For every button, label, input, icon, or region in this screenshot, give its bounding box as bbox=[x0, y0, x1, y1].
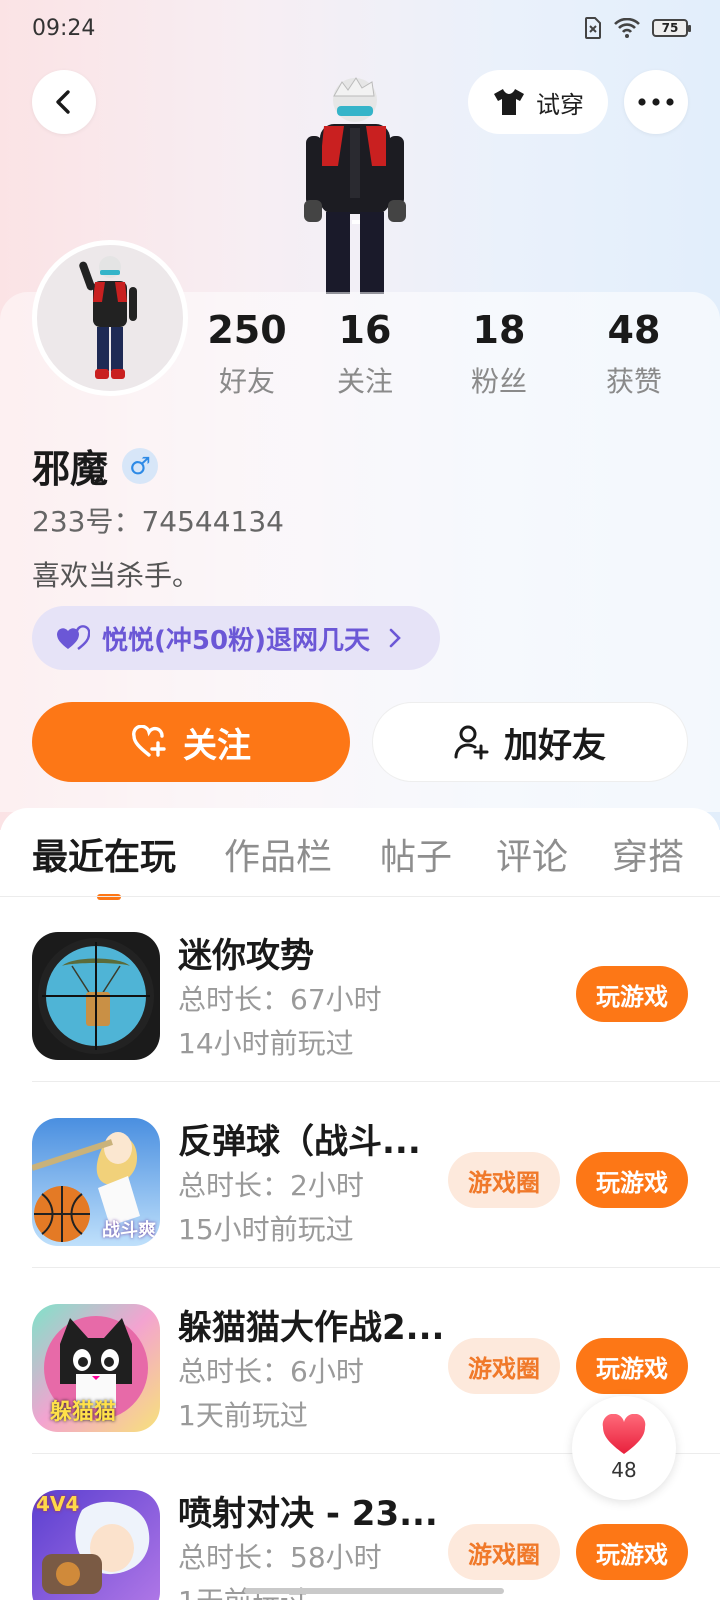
game-last-played: 1天前玩过 bbox=[178, 1399, 308, 1432]
tab-outfits[interactable]: 穿搭 bbox=[612, 828, 684, 880]
game-name: 迷你攻势 bbox=[178, 936, 314, 976]
home-indicator[interactable] bbox=[244, 1588, 504, 1594]
tab-recent-played[interactable]: 最近在玩 bbox=[32, 828, 176, 880]
like-float-button[interactable]: 48 bbox=[572, 1396, 676, 1500]
stat-following-value: 16 bbox=[338, 308, 392, 352]
follow-button[interactable]: 关注 bbox=[32, 702, 350, 782]
more-icon bbox=[638, 98, 674, 106]
chevron-right-icon bbox=[389, 628, 401, 648]
tryon-label: 试穿 bbox=[536, 90, 584, 119]
play-game-button[interactable]: 玩游戏 bbox=[576, 1152, 688, 1208]
stat-fans-label: 粉丝 bbox=[470, 365, 527, 398]
username: 邪魔 bbox=[32, 447, 109, 491]
back-button[interactable] bbox=[32, 70, 96, 134]
game-circle-button[interactable]: 游戏圈 bbox=[448, 1152, 560, 1208]
game-icon-splash-duel: 4V4 bbox=[32, 1490, 160, 1600]
stat-following[interactable]: 16 关注 bbox=[310, 308, 420, 400]
user-avatar[interactable] bbox=[32, 240, 188, 396]
tab-posts[interactable]: 帖子 bbox=[380, 828, 452, 880]
heart-plus-icon bbox=[132, 725, 166, 757]
add-user-icon bbox=[454, 725, 489, 760]
stat-likes[interactable]: 48 获赞 bbox=[579, 308, 689, 400]
avatar-thumbnail bbox=[79, 256, 137, 379]
game-circle-button[interactable]: 游戏圈 bbox=[448, 1524, 560, 1580]
more-button[interactable] bbox=[624, 70, 688, 134]
add-friend-label: 加好友 bbox=[504, 725, 606, 766]
game-icon-mini-offensive bbox=[32, 932, 160, 1060]
game-duration: 总时长：67小时 bbox=[178, 983, 382, 1016]
game-icon-hide-and-seek: 躲猫猫 bbox=[32, 1304, 160, 1432]
user-bio: 喜欢当杀手。 bbox=[32, 559, 201, 592]
game-last-played: 15小时前玩过 bbox=[178, 1213, 354, 1246]
wifi-icon bbox=[614, 18, 640, 38]
battery-icon: 75 bbox=[652, 19, 691, 37]
tryon-button[interactable]: 试穿 bbox=[468, 70, 608, 134]
game-icon-text: 4V4 bbox=[36, 1492, 80, 1516]
game-duration: 总时长：6小时 bbox=[178, 1355, 364, 1388]
chevron-left-icon bbox=[56, 90, 70, 114]
tab-works[interactable]: 作品栏 bbox=[224, 828, 332, 880]
stat-friends-label: 好友 bbox=[218, 365, 275, 398]
heart-icon bbox=[602, 1414, 646, 1454]
play-game-button[interactable]: 玩游戏 bbox=[576, 966, 688, 1022]
fan-group-pill[interactable]: 悦悦(冲50粉)退网几天 bbox=[32, 606, 440, 670]
game-name: 躲猫猫大作战2... bbox=[178, 1308, 445, 1348]
game-icon-text: 战斗爽 bbox=[102, 1220, 156, 1241]
user-id: 233号：74544134 bbox=[32, 505, 284, 538]
game-last-played: 14小时前玩过 bbox=[178, 1027, 354, 1060]
battery-level: 75 bbox=[661, 21, 679, 35]
tshirt-icon bbox=[494, 89, 524, 115]
tab-comments[interactable]: 评论 bbox=[496, 828, 568, 880]
game-icon-bounce-ball: 战斗爽 bbox=[32, 1118, 160, 1246]
sim-off-icon bbox=[585, 17, 601, 39]
stat-fans-value: 18 bbox=[472, 308, 526, 352]
fan-group-name: 悦悦(冲50粉)退网几天 bbox=[102, 625, 370, 656]
stat-friends[interactable]: 250 好友 bbox=[192, 308, 302, 400]
male-icon: ♂ bbox=[122, 447, 159, 484]
stat-likes-label: 获赞 bbox=[605, 365, 662, 398]
game-name: 喷射对决 - 23... bbox=[178, 1494, 438, 1534]
stat-fans[interactable]: 18 粉丝 bbox=[444, 308, 554, 400]
username-row: 邪魔 ♂ bbox=[32, 438, 159, 493]
play-game-button[interactable]: 玩游戏 bbox=[576, 1338, 688, 1394]
status-time: 09:24 bbox=[32, 15, 96, 41]
avatar-figure[interactable] bbox=[290, 76, 420, 294]
status-bar: 09:24 75 bbox=[0, 0, 720, 56]
game-circle-button[interactable]: 游戏圈 bbox=[448, 1338, 560, 1394]
game-row[interactable]: 战斗爽 反弹球（战斗... 总时长：2小时 15小时前玩过 游戏圈 玩游戏 bbox=[32, 1082, 720, 1268]
stat-friends-value: 250 bbox=[207, 308, 287, 352]
game-icon-text: 躲猫猫 bbox=[50, 1400, 117, 1425]
like-count: 48 bbox=[611, 1458, 637, 1482]
stat-following-label: 关注 bbox=[336, 365, 393, 398]
scope-icon bbox=[38, 938, 154, 1054]
game-duration: 总时长：58小时 bbox=[178, 1541, 382, 1574]
add-friend-button[interactable]: 加好友 bbox=[372, 702, 688, 782]
game-row[interactable]: 迷你攻势 总时长：67小时 14小时前玩过 玩游戏 bbox=[32, 896, 720, 1082]
status-icons: 75 bbox=[584, 17, 691, 39]
play-game-button[interactable]: 玩游戏 bbox=[576, 1524, 688, 1580]
double-heart-icon bbox=[57, 625, 90, 650]
tab-bar: 最近在玩 作品栏 帖子 评论 穿搭 bbox=[0, 828, 720, 900]
stat-likes-value: 48 bbox=[607, 308, 661, 352]
follow-label: 关注 bbox=[183, 725, 251, 766]
game-name: 反弹球（战斗... bbox=[178, 1122, 421, 1162]
game-duration: 总时长：2小时 bbox=[178, 1169, 364, 1202]
